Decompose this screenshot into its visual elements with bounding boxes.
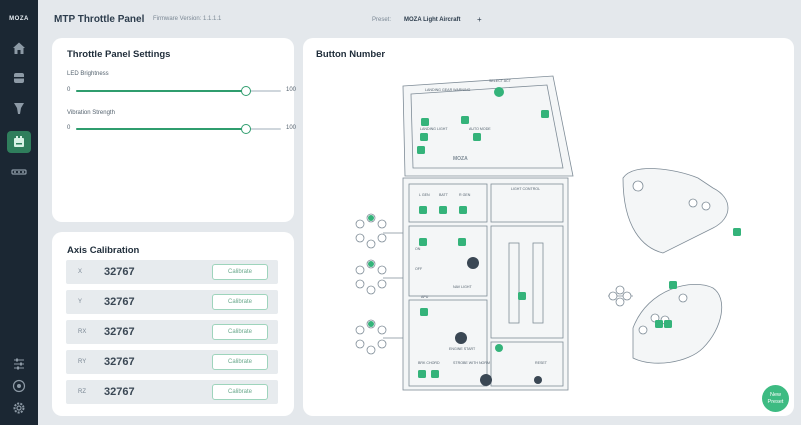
axis-calibration-title: Axis Calibration xyxy=(67,245,140,256)
led-brightness-label: LED Brightness xyxy=(67,71,109,77)
throttle-panel-diagram: LANDING GEAR WARNING SELECT ACT LANDING … xyxy=(355,75,741,391)
axis-row-rx: RX 32767 Calibrate xyxy=(66,320,278,344)
axis-name: RX xyxy=(78,329,87,335)
calibrate-x-button[interactable]: Calibrate xyxy=(212,264,268,280)
axis-calibration-card: Axis Calibration X 32767 Calibrate Y 327… xyxy=(52,232,294,416)
axis-name: Y xyxy=(78,299,83,305)
landing-gear-label: LANDING GEAR WARNING xyxy=(425,88,471,92)
switch-panel-icon[interactable] xyxy=(11,164,27,180)
axis-value: 32767 xyxy=(104,386,135,398)
sliders-icon[interactable] xyxy=(11,356,27,372)
led-slider-thumb[interactable] xyxy=(241,86,252,96)
r-gen-label: R GEN xyxy=(459,193,471,197)
home-icon[interactable] xyxy=(11,40,27,56)
help-icon[interactable] xyxy=(11,378,27,394)
led-max-label: 100 xyxy=(286,87,297,93)
calibrate-y-button[interactable]: Calibrate xyxy=(212,294,268,310)
batt-label: BATT xyxy=(439,193,449,197)
header: MTP Throttle Panel Firmware Version: 1.1… xyxy=(38,0,801,38)
wheelbase-icon[interactable] xyxy=(11,70,27,86)
vibration-min-label: 0 xyxy=(67,125,71,131)
calibrate-ry-button[interactable]: Calibrate xyxy=(212,354,268,370)
vibration-slider-fill xyxy=(76,128,247,130)
select-act-label: SELECT ACT xyxy=(489,79,512,83)
gear-icon[interactable] xyxy=(11,400,27,416)
new-preset-button[interactable]: New Preset xyxy=(762,385,789,412)
throttle-panel-settings-card: Throttle Panel Settings LED Brightness 0… xyxy=(52,38,329,222)
landing-light-label: LANDING LIGHT xyxy=(420,127,448,131)
sidebar: MOZA xyxy=(0,0,38,425)
axis-row-y: Y 32767 Calibrate xyxy=(66,290,278,314)
button-number-card: Button Number LANDING GEAR WARNING SELEC… xyxy=(303,38,794,416)
add-preset-button[interactable]: + xyxy=(477,15,482,24)
axis-name: RY xyxy=(78,359,87,365)
apu-label: APU xyxy=(421,295,429,299)
preset-label: Preset: xyxy=(372,17,392,23)
vibration-strength-slider[interactable] xyxy=(76,124,281,134)
panel-brand-label: MOZA xyxy=(453,156,468,162)
new-preset-line2: Preset xyxy=(767,398,784,405)
light-control-label: LIGHT CONTROL xyxy=(511,187,540,191)
calibrate-rx-button[interactable]: Calibrate xyxy=(212,324,268,340)
on-label: ON xyxy=(415,247,421,251)
axis-value: 32767 xyxy=(104,326,135,338)
pedals-icon[interactable] xyxy=(11,100,27,116)
axis-row-rz: RZ 32767 Calibrate xyxy=(66,380,278,404)
calibrate-rz-button[interactable]: Calibrate xyxy=(212,384,268,400)
vibration-max-label: 100 xyxy=(286,125,297,131)
axis-value: 32767 xyxy=(104,266,135,278)
axis-row-x: X 32767 Calibrate xyxy=(66,260,278,284)
vibration-slider-thumb[interactable] xyxy=(241,124,252,134)
off-label: OFF xyxy=(415,267,423,271)
throttle-panel-icon[interactable] xyxy=(11,134,27,150)
led-slider-fill xyxy=(76,90,247,92)
brk-chord-label: BRK CHORD xyxy=(418,361,440,365)
strobe-label: STROBE WITH NORM xyxy=(453,361,490,365)
vibration-strength-label: Vibration Strength xyxy=(67,110,115,116)
settings-title: Throttle Panel Settings xyxy=(67,49,171,60)
led-brightness-slider[interactable] xyxy=(76,86,281,96)
moza-logo: MOZA xyxy=(9,16,29,22)
axis-value: 32767 xyxy=(104,296,135,308)
axis-value: 32767 xyxy=(104,356,135,368)
engine-start-label: ENGINE START xyxy=(449,347,476,351)
auto-mode-label: AUTO MODE xyxy=(469,127,491,131)
led-min-label: 0 xyxy=(67,87,71,93)
preset-selector[interactable]: MOZA Light Aircraft xyxy=(404,17,461,23)
firmware-version: Firmware Version: 1.1.1.1 xyxy=(153,16,222,22)
nav-light-label: NAV LIGHT xyxy=(453,285,473,289)
app-title: MTP Throttle Panel xyxy=(54,14,145,25)
l-gen-label: L GEN xyxy=(419,193,430,197)
axis-name: X xyxy=(78,269,83,275)
axis-row-ry: RY 32767 Calibrate xyxy=(66,350,278,374)
axis-name: RZ xyxy=(78,389,86,395)
reset-label: RESET xyxy=(535,361,548,365)
